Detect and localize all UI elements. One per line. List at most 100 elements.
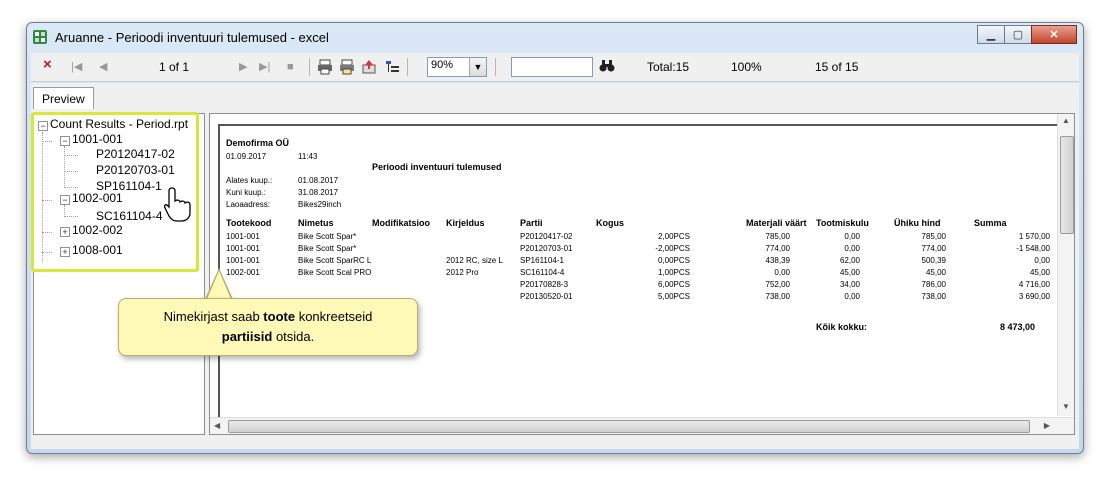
- vertical-scroll-thumb[interactable]: [1060, 136, 1074, 234]
- record-count-label: 15 of 15: [815, 60, 859, 74]
- company-name: Demofirma OÜ: [226, 138, 290, 148]
- col-header: Modifikatsioo: [372, 218, 430, 228]
- table-cell: 786,00: [921, 280, 946, 289]
- col-header: Materjali väärt: [746, 218, 807, 228]
- table-cell: SC161104-4: [520, 268, 565, 277]
- first-page-icon[interactable]: |◀: [71, 58, 82, 76]
- col-header: Ühiku hind: [894, 218, 941, 228]
- hand-cursor-icon: [163, 187, 191, 222]
- table-cell: 0,00PCS: [657, 256, 690, 265]
- print-icon[interactable]: [317, 59, 333, 75]
- page-indicator: 1 of 1: [159, 60, 190, 74]
- warehouse-label: Laoaadress:: [226, 200, 271, 209]
- table-cell: 45,00: [1029, 268, 1050, 277]
- callout-tooltip: Nimekirjast saab toote konkreetseid part…: [118, 298, 418, 356]
- close-icon: ✕: [1049, 29, 1059, 41]
- table-cell: -1 548,00: [1016, 244, 1050, 253]
- scroll-up-icon[interactable]: ▲: [1062, 116, 1070, 125]
- table-cell: Bike Scott SparRC L: [298, 256, 372, 265]
- table-cell: Bike Scott Scal PRO: [298, 268, 372, 277]
- col-header: Tootmiskulu: [816, 218, 869, 228]
- minimize-button[interactable]: ▁: [977, 25, 1005, 44]
- close-report-button[interactable]: ×: [43, 56, 52, 74]
- table-cell: 1,00PCS: [657, 268, 690, 277]
- scroll-right-icon[interactable]: ▶: [1044, 421, 1050, 430]
- report-time: 11:43: [298, 152, 318, 161]
- callout-text: Nimekirjast saab: [163, 309, 264, 324]
- scroll-down-icon[interactable]: ▼: [1062, 402, 1070, 411]
- table-cell: -2,00PCS: [655, 244, 690, 253]
- tab-strip: Preview: [31, 83, 1079, 110]
- callout-bold: toote: [263, 309, 296, 324]
- title-bar[interactable]: Aruanne - Perioodi inventuuri tulemused …: [27, 23, 1083, 51]
- to-value: 31.08.2017: [298, 188, 339, 197]
- prev-page-icon[interactable]: ◀: [99, 58, 107, 76]
- binoculars-icon[interactable]: [599, 59, 615, 73]
- table-cell: P20130520-01: [520, 292, 573, 301]
- col-header: Kirjeldus: [446, 218, 485, 228]
- col-header: Tootekood: [226, 218, 272, 228]
- report-viewer: Demofirma OÜ 01.09.2017 11:43 Perioodi i…: [209, 113, 1075, 435]
- table-cell: 774,00: [921, 244, 946, 253]
- to-label: Kuni kuup.:: [226, 188, 267, 197]
- table-cell: 2012 RC, size L: [446, 256, 503, 265]
- table-cell: 1 570,00: [1018, 232, 1050, 241]
- table-cell: 1001-001: [226, 244, 260, 253]
- chevron-down-icon[interactable]: ▼: [469, 58, 486, 76]
- from-label: Alates kuup.:: [226, 176, 273, 185]
- table-cell: 774,00: [765, 244, 790, 253]
- report-date: 01.09.2017: [226, 152, 267, 161]
- scroll-left-icon[interactable]: ◀: [214, 421, 220, 430]
- report-title: Perioodi inventuuri tulemused: [372, 162, 502, 172]
- col-header: Nimetus: [298, 218, 334, 228]
- table-cell: 438,39: [765, 256, 790, 265]
- col-header: Partii: [520, 218, 543, 228]
- table-cell: 738,00: [921, 292, 946, 301]
- maximize-icon: ▢: [1012, 29, 1024, 41]
- col-header: Kogus: [596, 218, 624, 228]
- total-label: Total:15: [647, 60, 690, 74]
- table-cell: 785,00: [921, 232, 946, 241]
- last-page-icon[interactable]: ▶|: [259, 58, 270, 76]
- tab-preview[interactable]: Preview: [33, 87, 94, 110]
- horizontal-scroll-thumb[interactable]: [228, 420, 1030, 433]
- stop-icon[interactable]: ■: [287, 58, 294, 76]
- search-input[interactable]: [511, 57, 593, 77]
- percent-label: 100%: [731, 60, 762, 74]
- close-window-button[interactable]: ✕: [1031, 25, 1077, 44]
- vertical-scrollbar[interactable]: ▲ ▼: [1057, 114, 1074, 416]
- group-tree-icon[interactable]: [385, 59, 401, 75]
- table-cell: 1001-001: [226, 232, 260, 241]
- grand-total-label: Kõik kokku:: [816, 322, 868, 332]
- table-cell: Bike Scott Spar*: [298, 244, 357, 253]
- maximize-button[interactable]: ▢: [1004, 25, 1032, 44]
- table-cell: SP161104-1: [520, 256, 564, 265]
- callout-bold: partiisid: [221, 329, 273, 344]
- print-setup-icon[interactable]: [339, 59, 355, 75]
- table-cell: 4 716,00: [1018, 280, 1050, 289]
- table-cell: 5,00PCS: [657, 292, 690, 301]
- table-cell: 34,00: [839, 280, 860, 289]
- table-cell: 3 690,00: [1018, 292, 1050, 301]
- table-cell: 6,00PCS: [657, 280, 690, 289]
- table-cell: P20170828-3: [520, 280, 569, 289]
- minimize-icon: ▁: [986, 29, 996, 41]
- table-cell: P20120703-01: [520, 244, 573, 253]
- table-cell: 0,00: [844, 232, 860, 241]
- app-icon: [33, 30, 47, 44]
- table-cell: Bike Scott Spar*: [298, 232, 357, 241]
- callout-text: konkreetseid: [295, 309, 373, 324]
- next-page-icon[interactable]: ▶: [239, 58, 247, 76]
- table-cell: 738,00: [765, 292, 790, 301]
- report-toolbar: × |◀ ◀ 1 of 1 ▶ ▶| ■ 90% ▼ Total:15 100%: [31, 53, 1079, 82]
- table-cell: 45,00: [925, 268, 946, 277]
- table-cell: 1001-001: [226, 256, 260, 265]
- zoom-select[interactable]: 90% ▼: [427, 57, 487, 77]
- zoom-value: 90%: [431, 59, 454, 71]
- export-icon[interactable]: [361, 59, 377, 75]
- horizontal-scrollbar[interactable]: ◀ ▶: [210, 417, 1074, 434]
- warehouse-value: Bikes29inch: [298, 200, 342, 209]
- grand-total-value: 8 473,00: [1000, 322, 1036, 332]
- window-title: Aruanne - Perioodi inventuuri tulemused …: [55, 30, 329, 45]
- table-cell: 2,00PCS: [657, 232, 690, 241]
